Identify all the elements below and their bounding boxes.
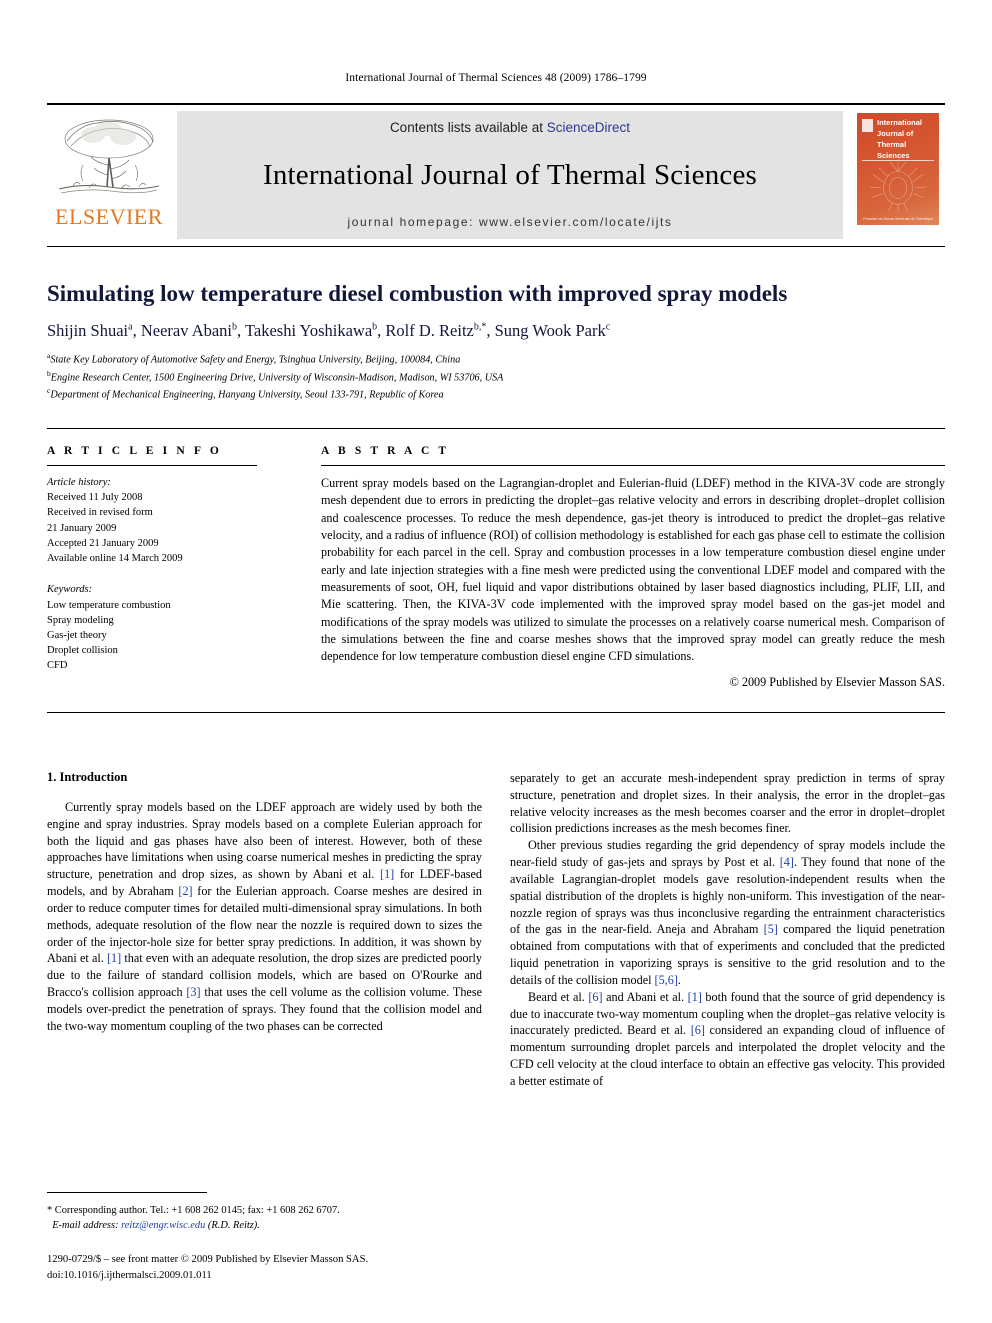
article-info-column: A R T I C L E I N F O Article history: R… xyxy=(47,429,275,690)
issn-line: 1290-0729/$ – see front matter © 2009 Pu… xyxy=(47,1254,369,1265)
issn-block: 1290-0729/$ – see front matter © 2009 Pu… xyxy=(47,1252,487,1284)
body-paragraph: Currently spray models based on the LDEF… xyxy=(47,800,482,1033)
journal-title: International Journal of Thermal Science… xyxy=(262,158,758,191)
author-name: Neerav Abani xyxy=(140,321,233,341)
citation-reference[interactable]: [2] xyxy=(178,884,192,898)
article-history-entry: Received in revised form xyxy=(47,507,153,519)
right-column-paragraphs: separately to get an accurate mesh-indep… xyxy=(510,770,945,1090)
contents-available-line: Contents lists available at ScienceDirec… xyxy=(390,120,630,135)
article-page: International Journal of Thermal Science… xyxy=(0,0,992,1323)
citation-reference[interactable]: [5] xyxy=(764,922,778,936)
keyword-item: Droplet collision xyxy=(47,645,118,657)
email-link[interactable]: reitz@engr.wisc.edu xyxy=(121,1220,205,1231)
citation-reference[interactable]: [1] xyxy=(688,990,702,1004)
abstract-heading: A B S T R A C T xyxy=(321,445,450,457)
journal-cover-thumbnail: International Journal of Thermal Science… xyxy=(849,111,945,239)
keyword-item: CFD xyxy=(47,660,68,672)
section-heading-introduction: 1. Introduction xyxy=(47,770,128,784)
citation-reference[interactable]: [1] xyxy=(107,951,121,965)
cover-footer-text: Founded as Revue Générale de Thermique xyxy=(863,217,933,221)
author-name: Rolf D. Reitz xyxy=(385,321,474,341)
affiliation-marker: c xyxy=(47,386,51,396)
keyword-item: Low temperature combustion xyxy=(47,599,171,611)
email-label: E-mail address: xyxy=(52,1220,119,1232)
citation-reference[interactable]: [1] xyxy=(380,867,394,881)
author-name: Sung Wook Park xyxy=(494,321,606,341)
affiliation-line: bEngine Research Center, 1500 Engineerin… xyxy=(47,368,504,383)
corresponding-author-line: * Corresponding author. Tel.: +1 608 262… xyxy=(47,1205,340,1216)
running-head: International Journal of Thermal Science… xyxy=(345,72,647,84)
contents-prefix: Contents lists available at xyxy=(389,120,547,135)
abstract-column: A B S T R A C T Current spray models bas… xyxy=(275,429,945,690)
body-paragraph: Beard et al. [6] and Abani et al. [1] bo… xyxy=(510,989,945,1088)
article-history-lines: Received 11 July 2008 Received in revised… xyxy=(47,490,257,566)
author-affiliation-marker: b xyxy=(232,321,238,333)
body-left-column: 1. Introduction Currently spray models b… xyxy=(47,770,482,1090)
abstract-text: Current spray models based on the Lagran… xyxy=(321,476,945,664)
title-block: Simulating low temperature diesel combus… xyxy=(47,246,945,403)
citation-reference[interactable]: [6] xyxy=(691,1023,705,1037)
info-abstract-region: A R T I C L E I N F O Article history: R… xyxy=(47,428,945,690)
journal-masthead: ELSEVIER Contents lists available at Sci… xyxy=(47,103,945,239)
article-info-divider xyxy=(47,465,257,466)
body-columns: 1. Introduction Currently spray models b… xyxy=(47,770,945,1090)
elsevier-tree-icon xyxy=(58,119,160,194)
keyword-item: Gas-jet theory xyxy=(47,629,107,641)
email-owner: (R.D. Reitz). xyxy=(207,1220,260,1232)
citation-reference[interactable]: [6] xyxy=(588,990,602,1004)
article-history-entry: 21 January 2009 xyxy=(47,522,117,534)
article-history-entry: Received 11 July 2008 xyxy=(47,492,143,504)
abstract-bottom-rule xyxy=(47,712,945,713)
author-name: Takeshi Yoshikawa xyxy=(244,321,373,341)
author-affiliation-marker: b,* xyxy=(473,321,487,333)
keyword-item: Spray modeling xyxy=(47,614,114,626)
author-list: Shijin Shuaia, Neerav Abanib, Takeshi Yo… xyxy=(47,321,611,341)
keywords-block: Keywords: Low temperature combustion Spra… xyxy=(47,582,257,673)
corresponding-author-footnote: * Corresponding author. Tel.: +1 608 262… xyxy=(47,1196,459,1233)
cover-title: International Journal of Thermal Science… xyxy=(877,118,923,160)
citation-reference[interactable]: [3] xyxy=(186,985,200,999)
footnote-divider xyxy=(47,1192,207,1193)
article-info-heading: A R T I C L E I N F O xyxy=(47,445,222,457)
cover-elsevier-mini-logo xyxy=(862,119,873,132)
author-affiliation-marker: c xyxy=(605,321,611,333)
page-title: Simulating low temperature diesel combus… xyxy=(47,281,788,306)
author-name: Shijin Shuai xyxy=(47,321,129,341)
affiliation-line: aState Key Laboratory of Automotive Safe… xyxy=(47,351,461,366)
article-history-entry: Available online 14 March 2009 xyxy=(47,553,183,565)
left-column-paragraphs: Currently spray models based on the LDEF… xyxy=(47,799,482,1035)
citation-reference[interactable]: [5,6] xyxy=(655,973,678,987)
author-affiliation-marker: a xyxy=(128,321,133,333)
article-history-entry: Accepted 21 January 2009 xyxy=(47,537,159,549)
journal-band: Contents lists available at ScienceDirec… xyxy=(177,111,843,239)
body-paragraph: separately to get an accurate mesh-indep… xyxy=(510,771,945,836)
affiliation-line: cDepartment of Mechanical Engineering, H… xyxy=(47,386,444,401)
cover-burst-graphic xyxy=(870,160,926,211)
affiliation-marker: b xyxy=(47,368,51,378)
body-right-column: separately to get an accurate mesh-indep… xyxy=(510,770,945,1090)
body-paragraph: Other previous studies regarding the gri… xyxy=(510,838,945,987)
doi-line: doi:10.1016/j.ijthermalsci.2009.01.011 xyxy=(47,1269,212,1281)
journal-homepage-line[interactable]: journal homepage: www.elsevier.com/locat… xyxy=(347,215,672,229)
elsevier-logo: ELSEVIER xyxy=(47,111,171,239)
keywords-lines: Low temperature combustion Spray modeling… xyxy=(47,598,257,674)
keywords-label: Keywords: xyxy=(47,584,93,596)
abstract-divider xyxy=(321,465,945,466)
sciencedirect-link[interactable]: ScienceDirect xyxy=(547,120,630,135)
email-line: E-mail address: reitz@engr.wisc.edu (R.D… xyxy=(47,1218,459,1233)
author-affiliation-marker: b xyxy=(372,321,378,333)
citation-reference[interactable]: [4] xyxy=(780,855,794,869)
affiliation-marker: a xyxy=(47,351,51,361)
abstract-copyright: © 2009 Published by Elsevier Masson SAS. xyxy=(729,674,945,689)
elsevier-wordmark: ELSEVIER xyxy=(55,204,163,229)
affiliation-list: aState Key Laboratory of Automotive Safe… xyxy=(47,350,945,402)
article-history-label: Article history: xyxy=(47,477,111,488)
